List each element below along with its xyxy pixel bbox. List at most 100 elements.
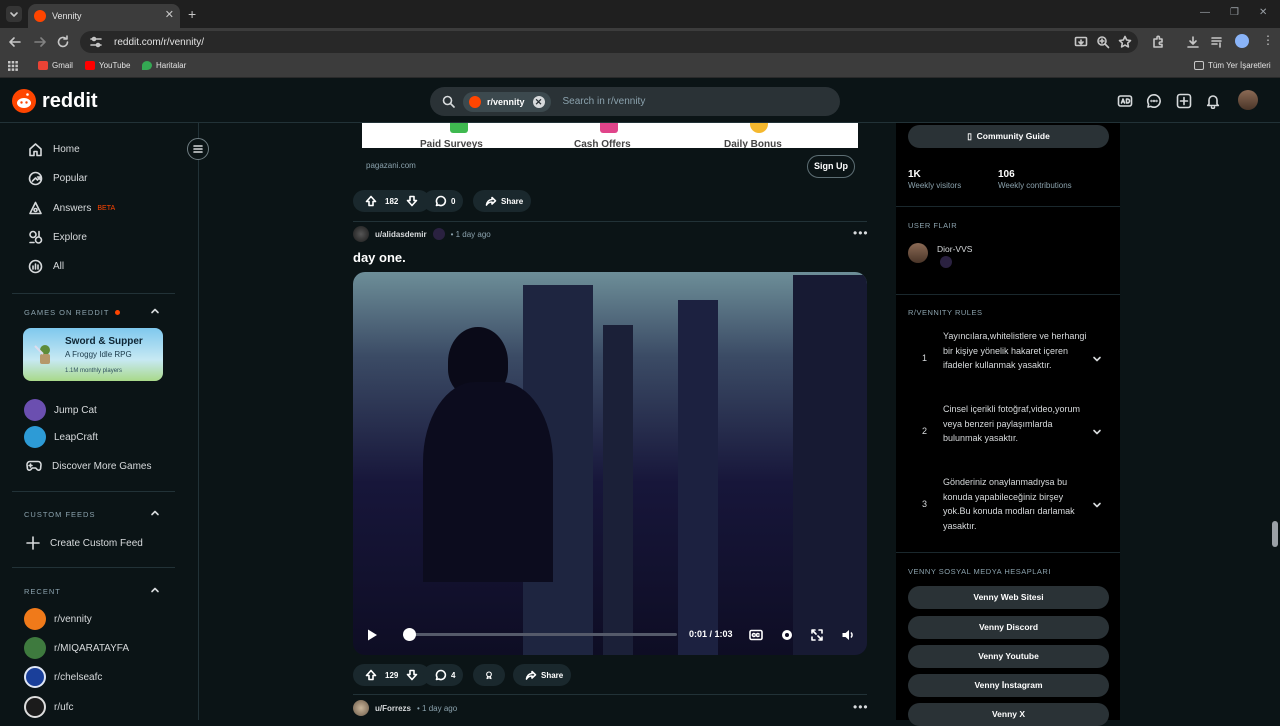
divider bbox=[896, 206, 1120, 207]
chevron-up-icon[interactable] bbox=[150, 508, 160, 518]
nav-all[interactable]: All bbox=[28, 259, 64, 274]
close-tab-icon[interactable]: ✕ bbox=[165, 8, 174, 21]
nav-home[interactable]: Home bbox=[28, 142, 80, 157]
all-bookmarks[interactable]: Tüm Yer İşaretleri bbox=[1194, 61, 1271, 70]
bookmark-gmail[interactable]: Gmail bbox=[38, 61, 73, 70]
nav-explore[interactable]: Explore bbox=[28, 230, 87, 245]
site-info-icon[interactable] bbox=[90, 36, 102, 48]
scrollbar-thumb[interactable] bbox=[1272, 521, 1278, 547]
recent-miqaratayfa[interactable]: r/MIQARATAYFA bbox=[24, 637, 129, 659]
community-guide-button[interactable]: ▯ Community Guide bbox=[908, 125, 1109, 148]
next-post-overflow-menu-icon[interactable]: ••• bbox=[853, 700, 869, 714]
forward-icon[interactable] bbox=[33, 35, 47, 49]
sign-up-button[interactable]: Sign Up bbox=[807, 155, 855, 178]
downvote-icon[interactable] bbox=[406, 669, 418, 681]
game-leapcraft[interactable]: LeapCraft bbox=[24, 426, 98, 448]
post-title[interactable]: day one. bbox=[353, 250, 406, 265]
ad-comments-button[interactable]: 0 bbox=[423, 190, 464, 212]
chevron-down-icon[interactable] bbox=[1092, 500, 1102, 510]
address-bar[interactable]: reddit.com/r/vennity/ bbox=[80, 31, 1138, 53]
tab-search-button[interactable] bbox=[6, 6, 22, 22]
link-web-site[interactable]: Venny Web Sitesi bbox=[908, 586, 1109, 609]
post-author-avatar[interactable] bbox=[353, 226, 369, 242]
downvote-icon[interactable] bbox=[406, 195, 418, 207]
bookmark-youtube[interactable]: YouTube bbox=[85, 61, 130, 70]
recent-chelseafc[interactable]: r/chelseafc bbox=[24, 666, 102, 688]
discover-more-games[interactable]: Discover More Games bbox=[26, 459, 151, 473]
post-author[interactable]: u/alidasdemir bbox=[375, 230, 427, 239]
bookmark-star-icon[interactable] bbox=[1118, 35, 1132, 49]
upvote-icon[interactable] bbox=[365, 195, 377, 207]
upvote-icon[interactable] bbox=[365, 669, 377, 681]
rule-item-3[interactable]: 3 Gönderiniz onaylanmadıysa bu konuda ya… bbox=[908, 475, 1108, 535]
minimize-icon[interactable]: — bbox=[1200, 7, 1210, 18]
link-instagram[interactable]: Venny İnstagram bbox=[908, 674, 1109, 697]
profile-avatar[interactable] bbox=[1235, 34, 1249, 48]
subreddit-search-chip[interactable]: r/vennity ✕ bbox=[463, 91, 551, 112]
game-card-sword-supper[interactable]: Sword & Supper A Froggy Idle RPG 1.1M mo… bbox=[23, 328, 163, 381]
reddit-logo[interactable]: reddit bbox=[12, 89, 98, 113]
zoom-icon[interactable] bbox=[1096, 35, 1110, 49]
media-controls-icon[interactable] bbox=[1210, 35, 1224, 49]
chevron-down-icon[interactable] bbox=[1092, 427, 1102, 437]
custom-feeds-header[interactable]: CUSTOM FEEDS bbox=[24, 510, 95, 519]
restore-icon[interactable]: ❐ bbox=[1230, 7, 1239, 18]
ad-image[interactable]: Paid Surveys Cash Offers Daily Bonus bbox=[362, 123, 858, 148]
games-section-header[interactable]: GAMES ON REDDIT bbox=[24, 308, 121, 317]
video-player[interactable]: 0:01 / 1:03 bbox=[353, 272, 867, 655]
search-input[interactable]: Search in r/vennity bbox=[563, 96, 646, 107]
link-youtube[interactable]: Venny Youtube bbox=[908, 645, 1109, 668]
back-icon[interactable] bbox=[8, 35, 22, 49]
post-comments-button[interactable]: 4 bbox=[423, 664, 464, 686]
recent-ufc[interactable]: r/ufc bbox=[24, 696, 73, 718]
video-progress-thumb[interactable] bbox=[403, 628, 417, 641]
link-discord[interactable]: Venny Discord bbox=[908, 616, 1109, 639]
chevron-down-icon[interactable] bbox=[1092, 354, 1102, 364]
flair-avatar[interactable] bbox=[908, 243, 928, 263]
sidebar-toggle-button[interactable] bbox=[187, 138, 209, 160]
volume-icon[interactable] bbox=[841, 628, 855, 642]
post-overflow-menu-icon[interactable]: ••• bbox=[853, 226, 869, 240]
settings-gear-icon[interactable] bbox=[780, 628, 794, 642]
extensions-icon[interactable] bbox=[1151, 35, 1165, 49]
create-post-icon[interactable] bbox=[1176, 93, 1192, 109]
bookmark-maps[interactable]: Haritalar bbox=[142, 61, 186, 70]
ad-share-button[interactable]: Share bbox=[473, 190, 532, 212]
browser-menu-icon[interactable]: ⋮ bbox=[1262, 33, 1274, 47]
user-avatar[interactable] bbox=[1238, 90, 1258, 110]
new-tab-button[interactable]: + bbox=[188, 6, 196, 22]
link-x[interactable]: Venny X bbox=[908, 703, 1109, 726]
award-button[interactable] bbox=[473, 664, 505, 686]
install-app-icon[interactable] bbox=[1074, 35, 1088, 49]
nav-answers[interactable]: Answers BETA bbox=[28, 201, 115, 216]
page-scrollbar[interactable] bbox=[1269, 123, 1280, 720]
recent-vennity[interactable]: r/vennity bbox=[24, 608, 92, 630]
downloads-icon[interactable] bbox=[1186, 35, 1200, 49]
flair-name[interactable]: Dior-VVS bbox=[937, 244, 972, 254]
play-icon[interactable] bbox=[365, 628, 379, 642]
ad-domain[interactable]: pagazani.com bbox=[366, 161, 416, 170]
rule-item-1[interactable]: 1 Yayıncılara,whitelistlere ve herhangi … bbox=[908, 329, 1108, 389]
next-post-author-avatar[interactable] bbox=[353, 700, 369, 716]
recent-header[interactable]: RECENT bbox=[24, 587, 61, 596]
nav-popular[interactable]: Popular bbox=[28, 171, 87, 186]
post-share-button[interactable]: Share bbox=[513, 664, 572, 686]
reload-icon[interactable] bbox=[56, 35, 70, 49]
close-window-icon[interactable]: ✕ bbox=[1259, 7, 1267, 18]
remove-chip-icon[interactable]: ✕ bbox=[532, 95, 545, 108]
chevron-up-icon[interactable] bbox=[150, 306, 160, 316]
advertise-icon[interactable] bbox=[1117, 93, 1133, 109]
notifications-icon[interactable] bbox=[1205, 93, 1221, 109]
browser-tab[interactable]: Vennity ✕ bbox=[28, 4, 180, 28]
chevron-up-icon[interactable] bbox=[150, 585, 160, 595]
apps-grid-icon[interactable] bbox=[8, 61, 18, 71]
video-progress-track[interactable] bbox=[405, 633, 677, 636]
game-jump-cat[interactable]: Jump Cat bbox=[24, 399, 97, 421]
next-post-author[interactable]: u/Forrezs bbox=[375, 704, 411, 713]
captions-icon[interactable] bbox=[749, 628, 763, 642]
search-bar[interactable]: r/vennity ✕ Search in r/vennity bbox=[430, 87, 840, 116]
chat-icon[interactable] bbox=[1146, 93, 1162, 109]
fullscreen-icon[interactable] bbox=[810, 628, 824, 642]
rule-item-2[interactable]: 2 Cinsel içerikli fotoğraf,video,yorum v… bbox=[908, 402, 1108, 462]
create-custom-feed[interactable]: Create Custom Feed bbox=[26, 536, 143, 550]
